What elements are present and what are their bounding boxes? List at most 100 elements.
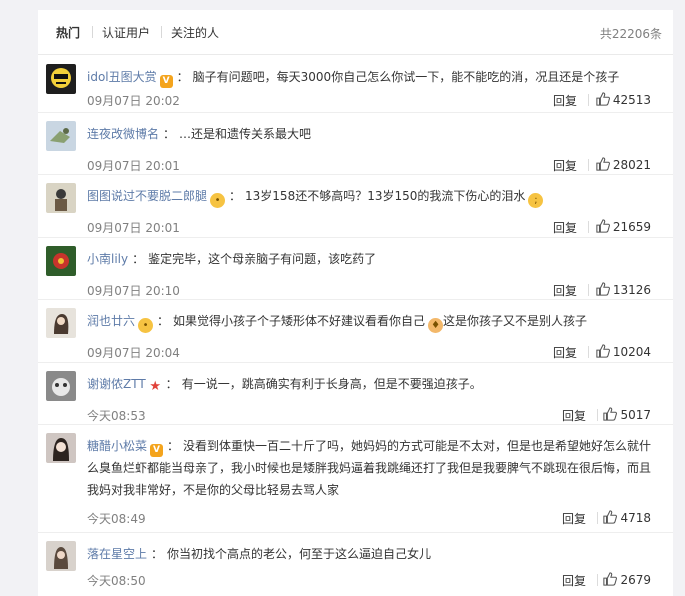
comment-item: 小南lily：鉴定完毕，这个母亲脑子有问题，该吃药了 09月07日 20:10 … bbox=[38, 237, 673, 300]
like-button[interactable]: 4718 bbox=[603, 510, 651, 525]
avatar[interactable] bbox=[46, 121, 76, 151]
username[interactable]: 润也廿六 bbox=[87, 314, 135, 328]
comment-body: idol丑图大赏 V：脑子有问题吧，每天3000你自己怎么你试一下，能不能吃的消，… bbox=[87, 66, 662, 88]
comment-item: 谢谢侬ZTT ★ ：有一说一，跳高确实有利于长身高，但是不要强迫孩子。 今天08:5… bbox=[38, 362, 673, 425]
like-button[interactable]: 5017 bbox=[603, 407, 651, 422]
reply-button[interactable]: 回复 bbox=[553, 344, 577, 361]
like-button[interactable]: 42513 bbox=[596, 92, 651, 107]
comment-text: 脑子有问题吧，每天3000你自己怎么你试一下，能不能吃的消，况且还是个孩子 bbox=[192, 70, 620, 84]
comment-time: 今天08:49 bbox=[87, 512, 146, 526]
comment-time: 今天08:53 bbox=[87, 409, 146, 423]
colon: ： bbox=[229, 189, 242, 203]
comment-body: 谢谢侬ZTT ★ ：有一说一，跳高确实有利于长身高，但是不要强迫孩子。 bbox=[87, 373, 662, 395]
comment-text: 有一说一，跳高确实有利于长身高，但是不要强迫孩子。 bbox=[181, 377, 482, 391]
colon: ： bbox=[132, 252, 145, 266]
comment-text: 你当初找个高点的老公，何至于这么逼迫自己女儿 bbox=[167, 547, 432, 561]
comment-text: …还是和遗传关系最大吧 bbox=[179, 127, 312, 141]
reply-button[interactable]: 回复 bbox=[562, 407, 586, 424]
action-divider bbox=[588, 159, 589, 171]
verified-badge-icon: V bbox=[150, 444, 164, 457]
like-count: 5017 bbox=[620, 408, 651, 422]
like-count: 10204 bbox=[612, 345, 651, 359]
tab-following[interactable]: 关注的人 bbox=[171, 24, 219, 41]
comment-time: 09月07日 20:01 bbox=[87, 159, 180, 173]
emoji-icon: • bbox=[138, 318, 154, 333]
comment-text: 13岁158还不够高吗？13岁150的我流下伤心的泪水 bbox=[245, 189, 526, 203]
avatar[interactable] bbox=[46, 308, 76, 338]
star-badge-icon: ★ bbox=[149, 379, 161, 394]
praying-hands-icon: ♦ bbox=[428, 318, 444, 333]
tab-divider bbox=[161, 26, 162, 38]
avatar[interactable] bbox=[46, 64, 76, 94]
avatar[interactable] bbox=[46, 246, 76, 276]
thumb-up-icon bbox=[603, 510, 618, 524]
comment-time: 09月07日 20:04 bbox=[87, 346, 180, 360]
username[interactable]: 小南lily bbox=[87, 252, 128, 266]
comment-body: 图图说过不要脱二郎腿 •： 13岁158还不够高吗？13岁150的我流下伤心的泪水; bbox=[87, 185, 662, 208]
thumb-up-icon bbox=[596, 282, 610, 296]
thumb-up-icon bbox=[596, 344, 610, 358]
total-count: 共22206条 bbox=[599, 27, 662, 41]
like-button[interactable]: 28021 bbox=[596, 157, 651, 172]
like-count: 4718 bbox=[620, 511, 651, 525]
avatar[interactable] bbox=[46, 433, 76, 463]
username[interactable]: idol丑图大赏 bbox=[87, 70, 157, 84]
like-count: 28021 bbox=[612, 158, 651, 172]
reply-button[interactable]: 回复 bbox=[553, 282, 577, 299]
comment-item: 连夜改微博名 ： …还是和遗传关系最大吧 09月07日 20:01 回复 28021 bbox=[38, 112, 673, 175]
username[interactable]: 连夜改微博名 bbox=[87, 127, 159, 141]
comment-body: 小南lily ：鉴定完毕，这个母亲脑子有问题，该吃药了 bbox=[87, 248, 662, 270]
avatar[interactable] bbox=[46, 371, 76, 401]
username[interactable]: 糖醋小松菜 bbox=[87, 439, 147, 453]
action-divider bbox=[597, 409, 598, 421]
action-divider bbox=[588, 284, 589, 296]
comment-body: 润也廿六 •：如果觉得小孩子个子矮形体不好建议看看你自己 ♦ 这是你孩子又不是别人孩子 bbox=[87, 310, 662, 333]
tab-hot[interactable]: 热门 bbox=[56, 24, 80, 41]
comment-text-continued: 这是你孩子又不是别人孩子 bbox=[443, 314, 588, 328]
action-divider bbox=[597, 512, 598, 524]
reply-button[interactable]: 回复 bbox=[562, 510, 586, 527]
reply-button[interactable]: 回复 bbox=[553, 157, 577, 174]
like-button[interactable]: 21659 bbox=[596, 219, 651, 234]
action-divider bbox=[588, 346, 589, 358]
comment-item: 落在星空上：你当初找个高点的老公，何至于这么逼迫自己女儿 今天08:50 回复 … bbox=[38, 532, 673, 596]
reply-button[interactable]: 回复 bbox=[562, 572, 586, 589]
action-divider bbox=[597, 574, 598, 586]
action-divider bbox=[588, 94, 589, 106]
username[interactable]: 图图说过不要脱二郎腿 bbox=[87, 189, 207, 203]
thumb-up-icon bbox=[596, 219, 610, 233]
colon: ： bbox=[151, 547, 164, 561]
reply-button[interactable]: 回复 bbox=[553, 92, 577, 109]
comment-time: 09月07日 20:01 bbox=[87, 221, 180, 235]
comment-text: 如果觉得小孩子个子矮形体不好建议看看你自己 bbox=[173, 314, 426, 328]
like-button[interactable]: 2679 bbox=[603, 572, 651, 587]
like-count: 42513 bbox=[612, 93, 651, 107]
colon: ： bbox=[163, 127, 176, 141]
comment-body: 落在星空上 ：你当初找个高点的老公，何至于这么逼迫自己女儿 bbox=[87, 543, 662, 565]
comment-time: 09月07日 20:10 bbox=[87, 284, 180, 298]
avatar[interactable] bbox=[46, 541, 76, 571]
like-button[interactable]: 10204 bbox=[596, 344, 651, 359]
tab-verified[interactable]: 认证用户 bbox=[102, 24, 150, 41]
reply-button[interactable]: 回复 bbox=[553, 219, 577, 236]
like-button[interactable]: 13126 bbox=[596, 282, 651, 297]
username[interactable]: 谢谢侬ZTT bbox=[87, 377, 146, 391]
comment-item: 图图说过不要脱二郎腿 •： 13岁158还不够高吗？13岁150的我流下伤心的泪水;… bbox=[38, 174, 673, 238]
username[interactable]: 落在星空上 bbox=[87, 547, 147, 561]
thumb-up-icon bbox=[603, 407, 618, 421]
comment-tabs: 热门 认证用户 关注的人 共22206条 bbox=[38, 10, 673, 55]
thumb-up-icon bbox=[596, 92, 610, 106]
comment-item: idol丑图大赏 V：脑子有问题吧，每天3000你自己怎么你试一下，能不能吃的消，… bbox=[38, 55, 673, 113]
comment-panel: 热门 认证用户 关注的人 共22206条 idol丑图大赏 V：脑子有问题吧，每天… bbox=[38, 10, 673, 596]
action-divider bbox=[588, 221, 589, 233]
like-count: 2679 bbox=[620, 573, 651, 587]
comment-item: 糖醋小松菜 V：没看到体重快一百二十斤了吗，她妈妈的方式可能是不太对，但是也是希望… bbox=[38, 424, 673, 533]
avatar[interactable] bbox=[46, 183, 76, 213]
colon: ： bbox=[176, 70, 189, 84]
crying-emoji-icon: ; bbox=[528, 193, 544, 208]
colon: ： bbox=[157, 314, 170, 328]
like-count: 13126 bbox=[612, 283, 651, 297]
thumb-up-icon bbox=[596, 157, 610, 171]
emoji-icon: • bbox=[210, 193, 226, 208]
comment-body: 糖醋小松菜 V：没看到体重快一百二十斤了吗，她妈妈的方式可能是不太对，但是也是希望… bbox=[87, 435, 662, 501]
